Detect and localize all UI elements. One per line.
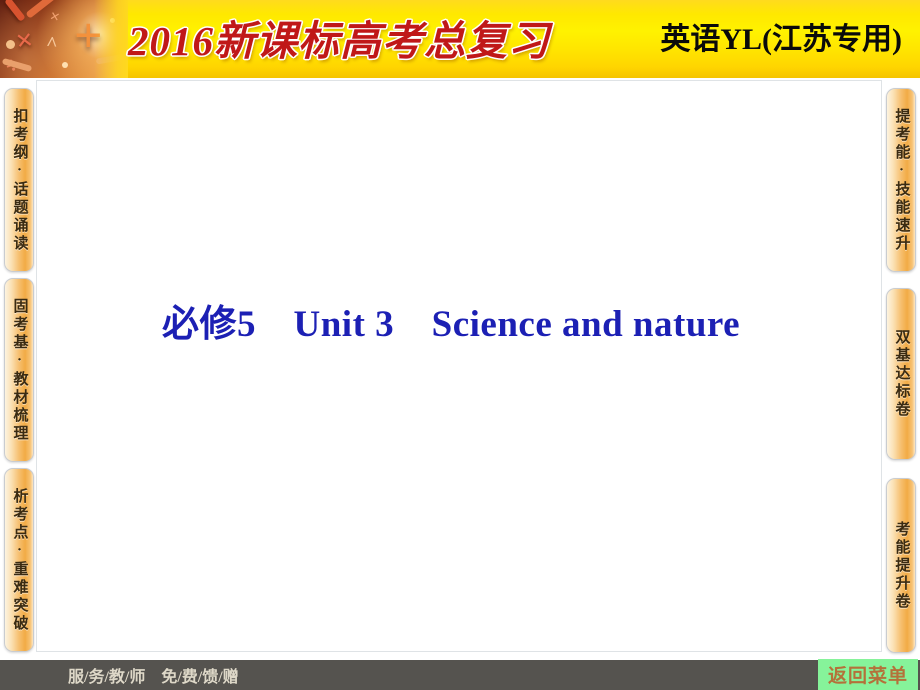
sidebar-item-ability-promotion-test[interactable]: 考能提升卷 bbox=[886, 478, 916, 653]
footer-promo-text: 服/务/教/师 免/费/馈/赠 bbox=[68, 669, 239, 686]
artwork-fade-overlay bbox=[94, 0, 128, 78]
page-title: 必修5 Unit 3 Science and nature bbox=[162, 304, 741, 345]
sidebar-item-key-points-breakthrough[interactable]: 析考点·重难突破 bbox=[4, 468, 34, 652]
sidebar-item-skill-improvement[interactable]: 提考能·技能速升 bbox=[886, 88, 916, 272]
decorative-dot bbox=[62, 62, 68, 68]
sidebar-item-label: 双基达标卷 bbox=[893, 329, 910, 419]
multiply-icon: × bbox=[13, 22, 36, 59]
sidebar-item-basic-standard-test[interactable]: 双基达标卷 bbox=[886, 288, 916, 460]
slide-header-banner: × × ^ + ÷ 2016新课标高考总复习 英语YL(江苏专用) bbox=[0, 0, 920, 78]
sidebar-item-label: 考能提升卷 bbox=[893, 520, 910, 611]
decorative-bar bbox=[4, 0, 26, 22]
sidebar-item-label: 固考基·教材梳理 bbox=[11, 297, 28, 443]
math-symbols-artwork: × × ^ + ÷ bbox=[0, 0, 128, 78]
sidebar-item-syllabus-topic-reading[interactable]: 扣考纲·话题诵读 bbox=[4, 88, 34, 272]
sidebar-item-label: 析考点·重难突破 bbox=[11, 487, 28, 633]
sidebar-item-label: 提考能·技能速升 bbox=[893, 107, 910, 253]
caret-icon: ^ bbox=[45, 32, 59, 56]
return-to-menu-label: 返回菜单 bbox=[827, 666, 908, 687]
series-title: 2016新课标高考总复习 bbox=[128, 18, 550, 64]
multiply-icon-small: × bbox=[47, 6, 62, 27]
footer-bar: 服/务/教/师 免/费/馈/赠 bbox=[0, 660, 920, 690]
sidebar-item-foundation-textbook-review[interactable]: 固考基·教材梳理 bbox=[4, 278, 34, 462]
presentation-slide: × × ^ + ÷ 2016新课标高考总复习 英语YL(江苏专用) 必修5 Un… bbox=[0, 0, 920, 690]
return-to-menu-button[interactable]: 返回菜单 bbox=[818, 659, 918, 690]
edition-label: 英语YL(江苏专用) bbox=[660, 23, 902, 56]
sidebar-item-label: 扣考纲·话题诵读 bbox=[11, 107, 28, 253]
slide-content-area bbox=[36, 80, 882, 652]
decorative-dot bbox=[6, 40, 15, 49]
